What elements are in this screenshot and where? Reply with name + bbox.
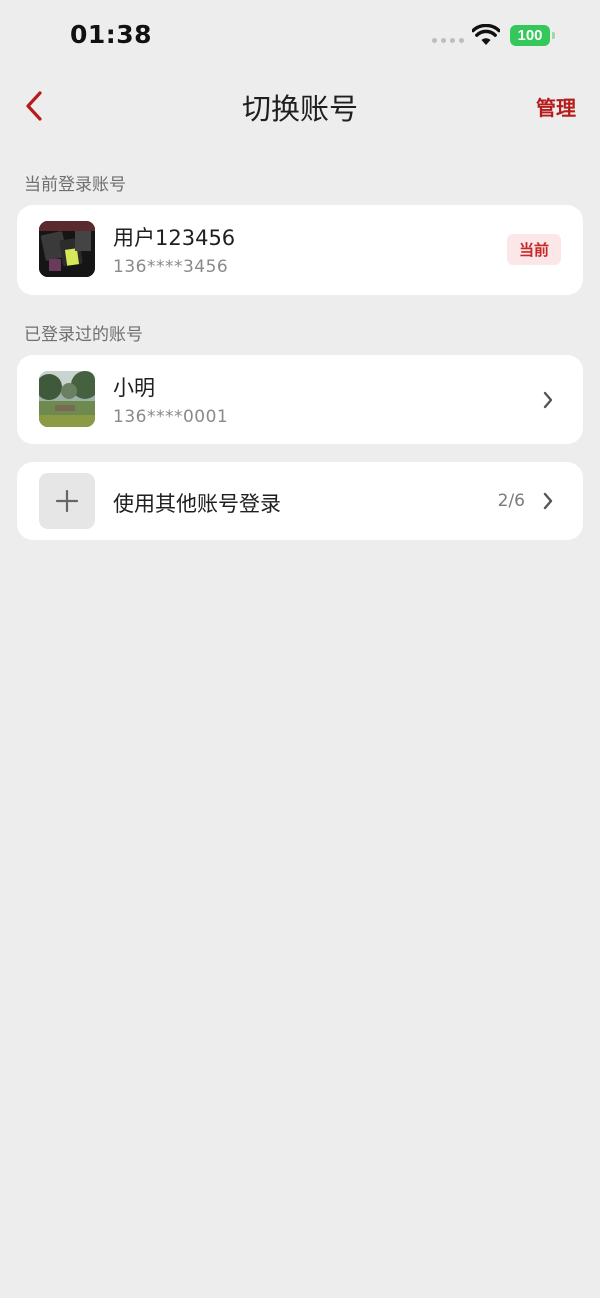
page-title: 切换账号 [241,92,358,126]
account-phone: 136****0001 [113,407,229,427]
cellular-signal-icon [432,38,464,43]
status-bar: 01:38 100 [0,0,600,72]
avatar-image [39,371,95,427]
avatar [39,221,95,277]
wifi-icon [472,24,500,45]
add-account-row[interactable]: 使用其他账号登录 2/6 [17,462,583,540]
current-account-phone: 136****3456 [113,257,229,277]
avatar [39,371,95,427]
add-account-label: 使用其他账号登录 [113,492,281,516]
history-section-label: 已登录过的账号 [24,325,143,345]
plus-icon [55,489,79,513]
account-name: 小明 [113,376,155,400]
status-time: 01:38 [70,20,153,49]
manage-button[interactable]: 管理 [536,92,576,121]
add-account-tile [39,473,95,529]
chevron-right-icon [541,389,555,411]
avatar-image [39,221,95,277]
account-count: 2/6 [497,491,525,511]
chevron-right-icon [541,490,555,512]
current-account-section-label: 当前登录账号 [24,175,126,195]
battery-cap [552,32,555,39]
current-account-card[interactable]: 用户123456 136****3456 当前 [17,205,583,295]
current-account-name: 用户123456 [113,226,236,250]
current-badge: 当前 [507,234,561,265]
battery-indicator: 100 [510,25,550,46]
nav-bar: 切换账号 管理 [0,72,600,140]
account-row-xiaoming[interactable]: 小明 136****0001 [17,355,583,444]
